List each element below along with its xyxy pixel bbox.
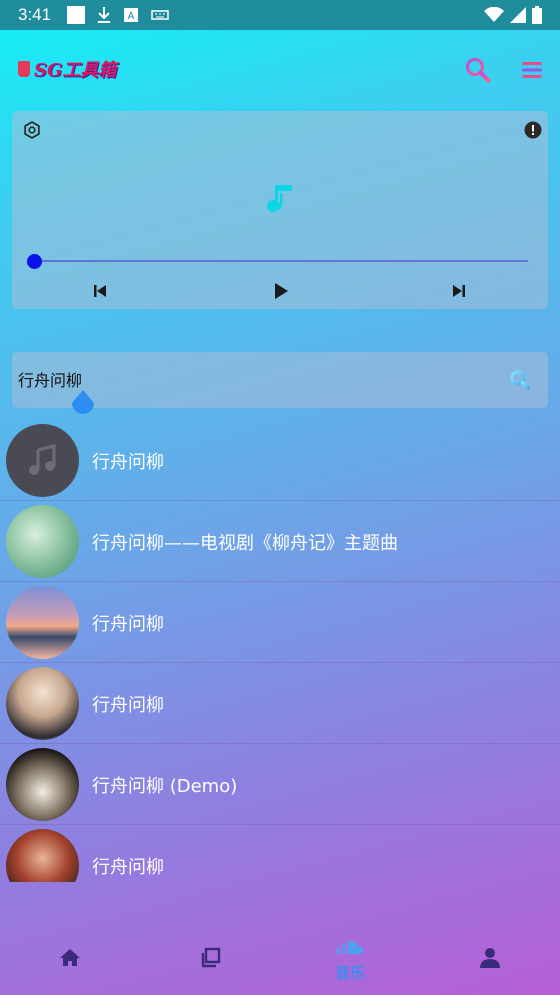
play-button[interactable] <box>271 281 291 301</box>
music-placeholder-icon <box>28 443 55 475</box>
song-title: 行舟问柳 <box>92 614 164 635</box>
song-cover <box>6 667 79 740</box>
status-time: 3:41 <box>18 5 52 24</box>
status-bar: 3:41 A <box>0 0 560 30</box>
song-item[interactable]: 行舟问柳 <box>0 420 560 501</box>
song-cover <box>6 829 79 882</box>
bottom-nav: 音乐 <box>0 930 560 995</box>
song-title: 行舟问柳——电视剧《柳舟记》主题曲 <box>92 533 398 554</box>
song-item[interactable]: 行舟问柳 <box>0 663 560 744</box>
person-icon <box>480 948 500 968</box>
home-icon <box>60 949 80 966</box>
play-icon <box>275 283 288 299</box>
song-item[interactable]: 行舟问柳——电视剧《柳舟记》主题曲 <box>0 501 560 582</box>
info-icon <box>524 121 542 139</box>
song-item[interactable]: 行舟问柳 <box>0 582 560 663</box>
player-card <box>12 111 548 309</box>
song-cover <box>6 586 79 659</box>
keyboard-a-icon: A <box>124 8 139 22</box>
settings-icon <box>24 121 40 139</box>
next-button[interactable] <box>449 281 469 301</box>
cup-logo-icon <box>18 61 30 77</box>
song-item[interactable]: 行舟问柳 <box>0 825 560 882</box>
app-header: SG工具箱 <box>0 50 560 90</box>
next-icon <box>453 285 465 297</box>
song-list: 行舟问柳 行舟问柳——电视剧《柳舟记》主题曲 行舟问柳 行舟问柳 行舟问柳 (D… <box>0 420 560 882</box>
progress-thumb[interactable] <box>27 254 42 269</box>
song-cover <box>6 505 79 578</box>
song-title: 行舟问柳 <box>92 857 164 878</box>
download-icon <box>98 7 111 23</box>
wifi-icon <box>484 7 504 22</box>
song-cover <box>6 748 79 821</box>
previous-button[interactable] <box>90 281 110 301</box>
app-title: SG工具箱 <box>34 60 117 81</box>
music-note-icon <box>267 185 292 212</box>
search-icon <box>466 58 491 83</box>
song-cover <box>6 424 79 497</box>
song-item[interactable]: 行舟问柳 (Demo) <box>0 744 560 825</box>
player-info-button[interactable] <box>524 121 542 139</box>
nav-item-copy[interactable] <box>140 930 280 995</box>
song-title: 行舟问柳 (Demo) <box>92 776 238 797</box>
text-cursor-handle[interactable] <box>70 390 96 420</box>
app-brand: SG工具箱 <box>18 56 116 82</box>
square-icon <box>67 6 86 24</box>
progress-track[interactable] <box>34 260 528 262</box>
header-menu-button[interactable] <box>518 56 546 84</box>
nav-item-profile[interactable] <box>420 930 560 995</box>
nav-item-music[interactable]: 音乐 <box>280 930 420 995</box>
nav-label-music: 音乐 <box>334 964 365 982</box>
song-search-button[interactable] <box>509 369 531 391</box>
search-icon <box>510 370 531 391</box>
song-title: 行舟问柳 <box>92 452 164 473</box>
cellular-icon <box>510 7 526 23</box>
copy-icon <box>201 947 221 968</box>
keyboard-icon <box>151 10 169 20</box>
menu-icon <box>522 62 542 78</box>
svg-text:A: A <box>128 11 135 22</box>
battery-icon <box>532 6 542 24</box>
soundcloud-icon <box>336 941 364 954</box>
song-title: 行舟问柳 <box>92 695 164 716</box>
header-search-button[interactable] <box>464 56 492 84</box>
previous-icon <box>94 285 106 297</box>
nav-item-home[interactable] <box>0 930 140 995</box>
player-settings-button[interactable] <box>23 121 41 139</box>
